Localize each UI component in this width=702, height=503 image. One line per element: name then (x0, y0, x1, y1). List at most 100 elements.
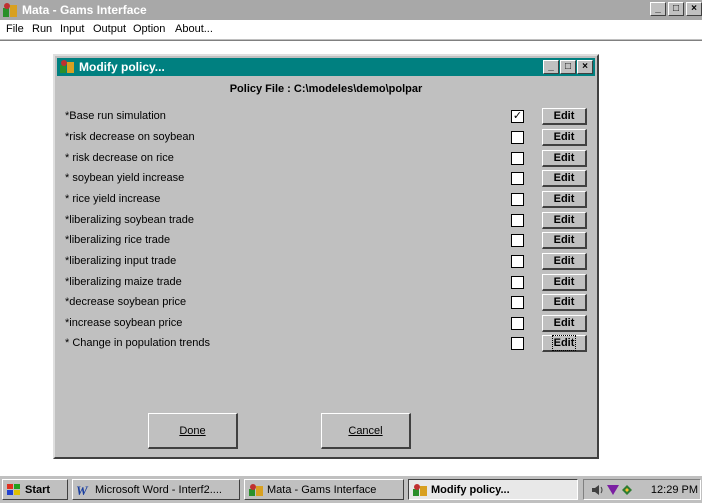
svg-text:W: W (76, 483, 89, 497)
modify-policy-dialog: Modify policy... _ □ × Policy File : C:\… (53, 54, 599, 459)
edit-label: Edit (553, 193, 575, 205)
clock: 12:29 PM (650, 484, 698, 496)
dialog-minimize-button[interactable]: _ (543, 60, 559, 74)
dialog-close-button[interactable]: × (577, 60, 593, 74)
policy-row: * risk decrease on rice Edit (55, 148, 597, 168)
word-icon: W (76, 483, 89, 497)
task-mata-label: Mata - Gams Interface (267, 483, 377, 496)
main-window-title: Mata - Gams Interface (22, 3, 147, 17)
policy-checkbox[interactable] (511, 152, 524, 165)
done-button[interactable]: Done (148, 413, 238, 449)
policy-label: *liberalizing maize trade (65, 276, 182, 288)
policy-label: * soybean yield increase (65, 172, 185, 184)
policy-file-label: Policy File : C:\modeles\demo\polpar (229, 83, 423, 95)
cancel-button[interactable]: Cancel (321, 413, 411, 449)
policy-row: *risk decrease on soybean Edit (55, 127, 597, 147)
start-button[interactable]: Start (2, 479, 68, 500)
task-modify-policy[interactable]: Modify policy... (408, 479, 578, 500)
menu-option[interactable]: Option (133, 23, 165, 35)
edit-label: Edit (553, 110, 575, 122)
edit-button[interactable]: Edit (542, 232, 587, 249)
policy-label: *decrease soybean price (65, 296, 187, 308)
edit-label: Edit (553, 255, 575, 267)
edit-label: Edit (553, 296, 575, 308)
policy-row: *liberalizing input trade Edit (55, 251, 597, 271)
edit-label: Edit (553, 317, 575, 329)
dialog-maximize-button[interactable]: □ (560, 60, 576, 74)
policy-label: * risk decrease on rice (65, 152, 174, 164)
policy-checkbox[interactable] (511, 172, 524, 185)
edit-button[interactable]: Edit (542, 315, 587, 332)
speaker-icon[interactable] (590, 483, 606, 497)
policy-label: * Change in population trends (65, 337, 210, 349)
policy-checkbox[interactable] (511, 193, 524, 206)
edit-button[interactable]: Edit (542, 335, 587, 352)
maximize-button[interactable]: □ (668, 2, 684, 16)
edit-button[interactable]: Edit (542, 253, 587, 270)
policy-row: *liberalizing rice trade Edit (55, 230, 597, 250)
policy-label: * rice yield increase (65, 193, 161, 205)
edit-button[interactable]: Edit (542, 274, 587, 291)
minimize-button[interactable]: _ (650, 2, 666, 16)
policy-checkbox[interactable] (511, 317, 524, 330)
policy-label: *liberalizing rice trade (65, 234, 171, 246)
close-button[interactable]: × (686, 2, 702, 16)
cancel-label: Cancel (348, 424, 383, 437)
edit-label: Edit (553, 234, 575, 246)
dialog-title: Modify policy... (79, 60, 165, 74)
policy-checkbox[interactable] (511, 255, 524, 268)
start-label: Start (25, 483, 51, 496)
policy-row: *liberalizing maize trade Edit (55, 272, 597, 292)
dialog-icon[interactable] (59, 59, 75, 77)
policy-checkbox[interactable] (511, 131, 524, 144)
edit-button[interactable]: Edit (542, 191, 587, 208)
menu-run[interactable]: Run (32, 23, 52, 35)
task-word[interactable]: W Microsoft Word - Interf2.... (72, 479, 240, 500)
edit-label: Edit (551, 335, 577, 351)
task-word-label: Microsoft Word - Interf2.... (95, 483, 222, 496)
policy-checkbox[interactable] (511, 214, 524, 227)
task-modify-policy-label: Modify policy... (431, 483, 510, 496)
edit-button[interactable]: Edit (542, 129, 587, 146)
system-tray: 12:29 PM (583, 479, 701, 500)
policy-label: *liberalizing input trade (65, 255, 177, 267)
menu-bar: File Run Input Output Option About... (0, 20, 702, 40)
windows-logo-icon (7, 483, 20, 495)
policy-label: *Base run simulation (65, 110, 166, 122)
policy-row: * soybean yield increase Edit (55, 168, 597, 188)
menu-output[interactable]: Output (93, 23, 126, 35)
policy-row: *increase soybean price Edit (55, 313, 597, 333)
edit-button[interactable]: Edit (542, 150, 587, 167)
edit-button[interactable]: Edit (542, 170, 587, 187)
policy-row: *liberalizing soybean trade Edit (55, 210, 597, 230)
policy-row: *Base run simulation ✓ Edit (55, 106, 597, 126)
policy-label: *increase soybean price (65, 317, 183, 329)
edit-button[interactable]: Edit (542, 294, 587, 311)
triangle-tray-icon[interactable] (606, 483, 620, 497)
policy-checkbox[interactable] (511, 234, 524, 247)
edit-button[interactable]: Edit (542, 212, 587, 229)
app-icon[interactable] (2, 2, 18, 21)
policy-checkbox[interactable] (511, 276, 524, 289)
mata-icon (249, 483, 263, 496)
policy-checkbox[interactable] (511, 296, 524, 309)
task-mata[interactable]: Mata - Gams Interface (244, 479, 404, 500)
done-label: Done (179, 424, 206, 437)
edit-button[interactable]: Edit (542, 108, 587, 125)
policy-checkbox[interactable] (511, 337, 524, 350)
policy-checkbox[interactable]: ✓ (511, 110, 524, 123)
network-tray-icon[interactable] (620, 483, 634, 497)
edit-label: Edit (553, 131, 575, 143)
edit-label: Edit (553, 172, 575, 184)
menu-file[interactable]: File (6, 23, 24, 35)
taskbar: Start W Microsoft Word - Interf2.... Mat… (0, 475, 702, 503)
dialog-titlebar[interactable]: Modify policy... _ □ × (57, 58, 595, 76)
edit-label: Edit (553, 276, 575, 288)
edit-label: Edit (553, 214, 575, 226)
menu-about[interactable]: About... (175, 23, 213, 35)
policy-row: * rice yield increase Edit (55, 189, 597, 209)
policy-row: * Change in population trends Edit (55, 333, 597, 353)
edit-label: Edit (553, 152, 575, 164)
menu-input[interactable]: Input (60, 23, 84, 35)
policy-label: *liberalizing soybean trade (65, 214, 195, 226)
